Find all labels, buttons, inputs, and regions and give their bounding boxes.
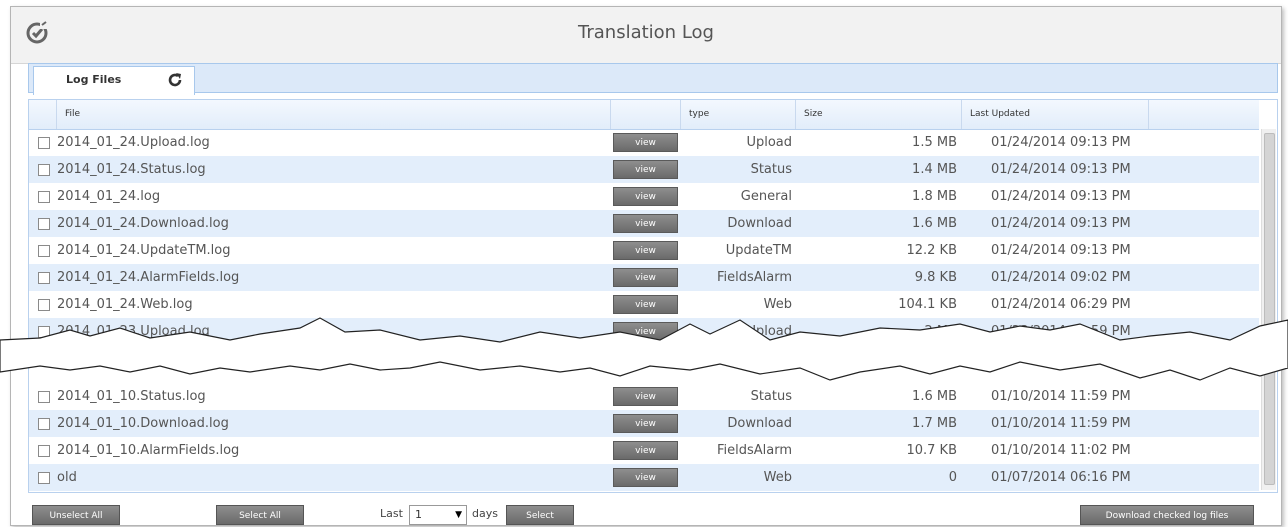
file-name: 2014_01_24.Upload.log: [57, 135, 210, 150]
last-updated: 01/24/2014 09:13 PM: [991, 135, 1131, 150]
header-file[interactable]: File: [57, 100, 611, 129]
header-view: [611, 100, 681, 129]
file-size: 12.2 KB: [906, 243, 957, 258]
view-button[interactable]: view: [613, 241, 678, 260]
header-type[interactable]: type: [681, 100, 796, 129]
file-size: 1.7 MB: [912, 416, 957, 431]
table-row: 2014_01_24.Download.log view Download 1.6 M…: [29, 210, 1259, 237]
table-row: 2014_01_10.Download.log view Download 1.7 M…: [29, 410, 1259, 437]
title-bar: Translation Log: [11, 7, 1281, 64]
last-label: Last: [380, 507, 403, 520]
last-updated: 01/07/2014 06:16 PM: [991, 470, 1131, 485]
log-type: UpdateTM: [725, 243, 792, 258]
last-updated: 01/10/2014 11:02 PM: [991, 443, 1131, 458]
last-updated: 01/24/2014 09:02 PM: [991, 270, 1131, 285]
row-checkbox[interactable]: [38, 137, 50, 149]
log-type: Status: [750, 162, 792, 177]
log-type: Download: [727, 216, 792, 231]
scrollbar-thumb[interactable]: [1264, 133, 1275, 485]
view-button[interactable]: view: [613, 160, 678, 179]
translation-log-window: Translation Log Log Files File type Size…: [10, 6, 1282, 526]
log-type: Web: [763, 470, 792, 485]
tab-label: Log Files: [66, 73, 122, 86]
file-size: 9.8 KB: [914, 270, 957, 285]
header-last-updated[interactable]: Last Updated: [962, 100, 1149, 129]
days-label: days: [472, 507, 498, 520]
file-size: 1.5 MB: [912, 135, 957, 150]
table-row: 2014_01_24.UpdateTM.log view UpdateTM 12.2 …: [29, 237, 1259, 264]
tab-strip: Log Files: [28, 63, 1278, 95]
window-title: Translation Log: [578, 22, 714, 43]
file-size: 1.6 MB: [912, 216, 957, 231]
log-type: Upload: [746, 135, 792, 150]
row-checkbox[interactable]: [38, 472, 50, 484]
file-name: 2014_01_24.AlarmFields.log: [57, 270, 240, 285]
tab-log-files[interactable]: Log Files: [33, 66, 195, 95]
view-button[interactable]: view: [613, 468, 678, 487]
log-type: FieldsAlarm: [716, 443, 792, 458]
download-checked-log-files-button[interactable]: Download checked log files: [1080, 505, 1254, 525]
days-select-value: 1: [415, 508, 422, 521]
table-row: old view Web 0 01/07/2014 06:16 PM: [29, 464, 1259, 491]
log-files-grid: File type Size Last Updated 2014_01_24.U…: [28, 99, 1278, 493]
last-updated: 01/24/2014 09:13 PM: [991, 243, 1131, 258]
log-type: General: [740, 189, 792, 204]
view-button[interactable]: view: [613, 268, 678, 287]
view-button[interactable]: view: [613, 187, 678, 206]
row-checkbox[interactable]: [38, 218, 50, 230]
file-name: 2014_01_24.Status.log: [57, 162, 206, 177]
chevron-down-icon: ▼: [455, 510, 462, 520]
grid-header: File type Size Last Updated: [29, 100, 1259, 130]
log-type: Download: [727, 416, 792, 431]
file-size: 1.8 MB: [912, 189, 957, 204]
last-updated: 01/24/2014 09:13 PM: [991, 216, 1131, 231]
select-days-button[interactable]: Select: [506, 505, 574, 525]
file-name: 2014_01_24.UpdateTM.log: [57, 243, 231, 258]
view-button[interactable]: view: [613, 441, 678, 460]
log-type: FieldsAlarm: [716, 270, 792, 285]
file-name: 2014_01_24.log: [57, 189, 161, 204]
file-size: 0: [948, 470, 957, 485]
table-row: 2014_01_24.AlarmFields.log view FieldsAlar…: [29, 264, 1259, 291]
row-checkbox[interactable]: [38, 191, 50, 203]
row-checkbox[interactable]: [38, 272, 50, 284]
view-button[interactable]: view: [613, 414, 678, 433]
header-size[interactable]: Size: [796, 100, 962, 129]
row-checkbox[interactable]: [38, 418, 50, 430]
days-select[interactable]: 1 ▼: [409, 505, 467, 525]
unselect-all-button[interactable]: Unselect All: [32, 505, 120, 525]
last-updated: 01/10/2014 11:59 PM: [991, 416, 1131, 431]
torn-paper-divider: [0, 317, 1288, 381]
file-name: 2014_01_10.AlarmFields.log: [57, 443, 240, 458]
select-all-button[interactable]: Select All: [216, 505, 304, 525]
row-checkbox[interactable]: [38, 445, 50, 457]
table-row: 2014_01_24.Upload.log view Upload 1.5 MB 01/…: [29, 129, 1259, 156]
file-size: 1.4 MB: [912, 162, 957, 177]
last-updated: 01/24/2014 09:13 PM: [991, 162, 1131, 177]
last-updated: 01/24/2014 09:13 PM: [991, 189, 1131, 204]
row-checkbox[interactable]: [38, 164, 50, 176]
row-checkbox[interactable]: [38, 245, 50, 257]
refresh-icon[interactable]: [166, 71, 184, 89]
file-size: 10.7 KB: [906, 443, 957, 458]
table-row: 2014_01_24.log view General 1.8 MB 01/24/201…: [29, 183, 1259, 210]
file-name: old: [57, 470, 77, 485]
file-name: 2014_01_24.Download.log: [57, 216, 229, 231]
file-name: 2014_01_10.Download.log: [57, 416, 229, 431]
table-row: 2014_01_10.AlarmFields.log view FieldsAlar…: [29, 437, 1259, 464]
footer-toolbar: Unselect All Select All Last 1 ▼ days Se…: [28, 497, 1276, 525]
view-button[interactable]: view: [613, 214, 678, 233]
view-button[interactable]: view: [613, 133, 678, 152]
table-row: 2014_01_24.Status.log view Status 1.4 MB 01/…: [29, 156, 1259, 183]
header-checkbox-column: [29, 100, 57, 129]
